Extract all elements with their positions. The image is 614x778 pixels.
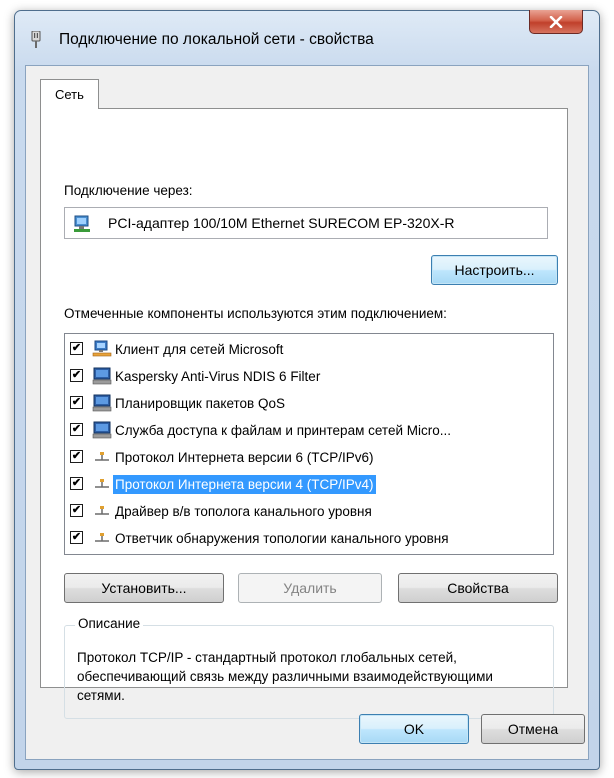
close-button[interactable] <box>529 10 583 34</box>
window-title: Подключение по локальной сети - свойства <box>59 31 374 48</box>
list-item[interactable]: ✔ Планировщик пакетов QoS <box>65 390 553 417</box>
computer-service-icon <box>92 394 112 412</box>
component-label: Протокол Интернета версии 4 (TCP/IPv4) <box>113 475 376 494</box>
title-bar[interactable]: Подключение по локальной сети - свойства <box>15 10 599 69</box>
component-label: Kaspersky Anti-Virus NDIS 6 Filter <box>115 369 321 384</box>
checkbox[interactable]: ✔ <box>70 342 83 355</box>
protocol-icon <box>95 452 109 461</box>
component-label: Ответчик обнаружения топологии канальног… <box>115 531 449 546</box>
checkbox[interactable]: ✔ <box>70 477 83 490</box>
checkbox[interactable]: ✔ <box>70 504 83 517</box>
list-item[interactable]: ✔ Kaspersky Anti-Virus NDIS 6 Filter <box>65 363 553 390</box>
component-label: Протокол Интернета версии 6 (TCP/IPv6) <box>115 450 374 465</box>
description-text: Протокол TCP/IP - стандартный протокол г… <box>77 650 493 703</box>
properties-window: Подключение по локальной сети - свойства… <box>14 10 600 770</box>
computer-service-icon <box>92 367 112 385</box>
list-item-selected[interactable]: ✔ Протокол Интернета версии 4 (TCP/IPv4) <box>65 471 553 498</box>
network-adapter-icon <box>74 215 90 232</box>
tab-network[interactable]: Сеть <box>40 79 99 109</box>
component-label: Планировщик пакетов QoS <box>115 396 285 411</box>
checkbox[interactable]: ✔ <box>70 450 83 463</box>
checkbox[interactable]: ✔ <box>70 531 83 544</box>
adapter-name: PCI-адаптер 100/10M Ethernet SURECOM EP-… <box>108 215 455 231</box>
tab-panel-network: Подключение через: PCI-адаптер 100/10M E… <box>40 108 568 719</box>
component-label: Служба доступа к файлам и принтерам сете… <box>115 423 451 438</box>
components-list[interactable]: ✔ Клиент для сетей Microsoft ✔ Kaspersky… <box>64 333 554 555</box>
adapter-field: PCI-адаптер 100/10M Ethernet SURECOM EP-… <box>64 207 548 239</box>
list-item[interactable]: ✔ Клиент для сетей Microsoft <box>65 336 553 363</box>
network-client-icon <box>92 340 112 357</box>
checkbox[interactable]: ✔ <box>70 423 83 436</box>
connect-via-label: Подключение через: <box>64 183 193 198</box>
checkbox[interactable]: ✔ <box>70 369 83 382</box>
checkbox[interactable]: ✔ <box>70 396 83 409</box>
component-label: Клиент для сетей Microsoft <box>115 342 284 357</box>
list-item[interactable]: ✔ Драйвер в/в тополога канального уровня <box>65 498 553 525</box>
protocol-icon <box>95 479 109 488</box>
configure-button[interactable]: Настроить... <box>431 255 558 285</box>
remove-button[interactable]: Удалить <box>238 573 382 603</box>
protocol-icon <box>95 506 109 515</box>
list-item[interactable]: ✔ Служба доступа к файлам и принтерам се… <box>65 417 553 444</box>
cancel-button[interactable]: Отмена <box>481 714 585 744</box>
list-item[interactable]: ✔ Протокол Интернета версии 6 (TCP/IPv6) <box>65 444 553 471</box>
list-item[interactable]: ✔ Ответчик обнаружения топологии канальн… <box>65 525 553 552</box>
component-label: Драйвер в/в тополога канального уровня <box>115 504 372 519</box>
description-group: Описание Протокол TCP/IP - стандартный п… <box>64 616 554 719</box>
dialog-client-area: Сеть Подключение через: PCI-адаптер 100/… <box>25 65 589 760</box>
install-button[interactable]: Установить... <box>64 573 224 603</box>
description-legend: Описание <box>75 616 144 631</box>
ok-button[interactable]: OK <box>359 714 469 744</box>
protocol-icon <box>95 533 109 542</box>
components-label: Отмеченные компоненты используются этим … <box>64 306 447 321</box>
network-adapter-icon <box>31 31 41 48</box>
close-icon <box>549 15 563 28</box>
properties-button[interactable]: Свойства <box>398 573 558 603</box>
computer-service-icon <box>92 421 112 439</box>
